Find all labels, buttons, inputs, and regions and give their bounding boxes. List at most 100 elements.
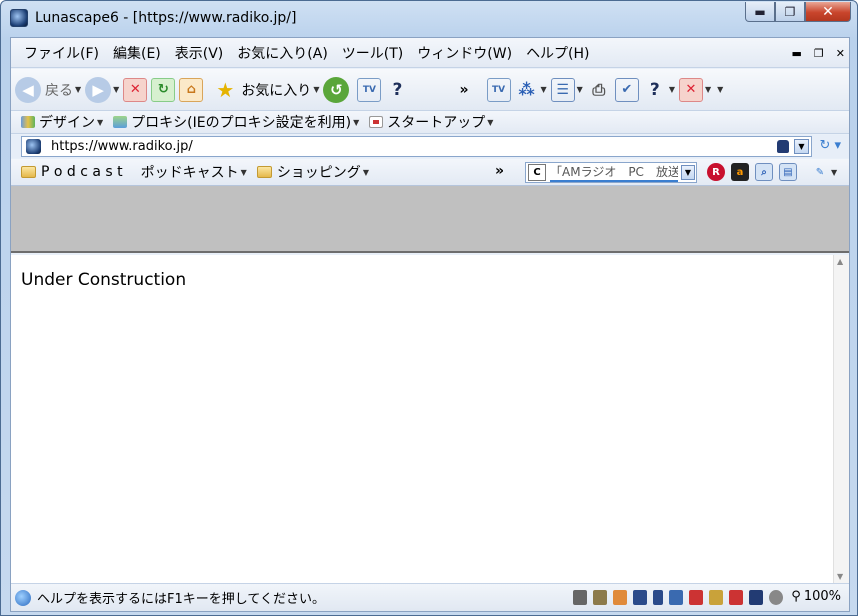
design-dropdown-icon: ▼ [97,117,104,127]
forward-button[interactable]: ▶ ▼ [85,76,119,103]
tv-guide-icon[interactable]: TV [486,77,511,102]
search-page-icon[interactable]: ▤ [779,163,797,181]
amazon-icon[interactable]: a [731,163,749,181]
fav-podcast-en[interactable]: P o d c a s t [21,164,123,180]
volume-icon[interactable] [653,590,663,605]
proxy-menu[interactable]: プロキシ(IEのプロキシ設定を利用) ▼ [113,112,359,132]
mdi-controls: ▬ ❐ ✕ [792,47,846,60]
forward-arrow-icon: ▶ [85,76,112,103]
page-header-band [11,186,849,253]
back-button[interactable]: ◀ 戻る ▼ [15,76,81,103]
mdi-restore-button[interactable]: ❐ [814,47,824,60]
search-engine-icon[interactable]: C [528,164,546,181]
ie-engine-icon[interactable] [15,589,31,606]
network-icon[interactable]: ⁂ [515,78,539,102]
page-content: Under Construction [11,255,833,583]
navigation-toolbar: ◀ 戻る ▼ ▶ ▼ ✕ ↻ ⌂ ★ お気に入り ▼ ↺ TV ? » TV ⁂… [11,69,849,111]
address-bar: https://www.radiko.jp/ ▼ ↻ ▾ [11,135,849,158]
favorites-dropdown-icon[interactable]: ▼ [313,85,319,94]
print-icon[interactable]: ⎙ [587,78,611,102]
highlight-dropdown-icon[interactable]: ▼ [831,168,837,181]
mdi-minimize-button[interactable]: ▬ [792,47,802,60]
under-construction-text: Under Construction [21,270,187,290]
close-button[interactable]: ✕ [805,2,851,22]
scroll-down-icon[interactable]: ▼ [837,572,843,581]
zoom-control[interactable]: ⚲ 100% [791,589,841,604]
close-tab-icon[interactable]: ✕ [678,77,703,102]
refresh-icon[interactable]: ↻ [151,77,176,102]
maximize-button[interactable]: ❐ [775,2,805,22]
window-title: Lunascape6 - [https://www.radiko.jp/] [35,10,297,26]
title-bar: Lunascape6 - [https://www.radiko.jp/] ▬ … [1,1,857,35]
forward-dropdown-icon[interactable]: ▼ [113,85,119,94]
stop-icon[interactable]: ✕ [123,77,148,102]
menu-window[interactable]: ウィンドウ(W) [410,43,519,63]
design-menu[interactable]: デザイン ▼ [21,112,103,132]
menu-bar: ファイル(F) 編集(E) 表示(V) お気に入り(A) ツール(T) ウィンド… [11,38,849,68]
home-icon[interactable]: ⌂ [179,77,204,102]
zoom-magnifier-icon: ⚲ [791,589,801,604]
script-icon[interactable] [669,590,683,605]
status-text: ヘルプを表示するにはF1キーを押してください。 [37,592,325,607]
address-url: https://www.radiko.jp/ [51,139,193,154]
activex-icon[interactable] [709,590,723,605]
help-circle-icon[interactable]: ? [643,78,667,102]
engine-switch-icon[interactable] [593,590,607,605]
menu-favorites[interactable]: お気に入り(A) [230,43,335,63]
tv-icon[interactable]: TV [357,77,382,102]
search-dropdown-icon[interactable]: ▼ [681,165,695,180]
menu-view[interactable]: 表示(V) [168,43,231,63]
security-lock-icon[interactable] [749,590,763,605]
page-list-icon[interactable]: ☰ [550,77,575,102]
memory-icon[interactable] [633,590,647,605]
highlight-icon[interactable]: ✎ [811,163,829,181]
menu-tools[interactable]: ツール(T) [335,43,410,63]
startup-label: スタートアップ [387,115,486,131]
proxy-icon [113,116,128,128]
popup-block-icon[interactable] [613,590,627,605]
address-dropdown-icon[interactable]: ▼ [794,139,809,154]
lunascape-app-icon[interactable] [10,9,28,27]
java-icon[interactable] [689,590,703,605]
search-window-icon[interactable]: ⌕ [755,163,773,181]
search-input[interactable]: 「AMラジオ PC 放送 [550,163,678,182]
toolbar-options-icon[interactable]: ▼ [717,85,723,94]
mail-check-icon[interactable]: ✔ [614,77,639,102]
favorites-overflow-chevron[interactable]: » [495,163,504,179]
view-icon[interactable] [769,590,783,605]
status-bar: ヘルプを表示するにはF1キーを押してください。 ⚲ 100% [11,583,849,611]
image-icon[interactable] [729,590,743,605]
menu-file[interactable]: ファイル(F) [17,43,106,63]
folder-icon [256,166,272,178]
browser-window: Lunascape6 - [https://www.radiko.jp/] ▬ … [0,0,858,616]
scroll-up-icon[interactable]: ▲ [837,257,843,266]
address-input[interactable]: https://www.radiko.jp/ ▼ [21,136,812,157]
back-dropdown-icon[interactable]: ▼ [75,85,81,94]
lock-icon[interactable] [777,140,789,153]
mdi-close-button[interactable]: ✕ [836,47,845,60]
search-box[interactable]: C 「AMラジオ PC 放送 ▼ [525,162,697,183]
startup-menu[interactable]: スタートアップ ▼ [369,112,493,132]
back-label: 戻る [45,82,73,99]
network-dropdown-icon[interactable]: ▼ [541,85,547,94]
vertical-scrollbar[interactable]: ▲ ▼ [833,255,849,583]
address-refresh-icon[interactable]: ↻ ▾ [819,138,841,153]
folder-icon [21,166,36,178]
fav-shopping[interactable]: ショッピング ▼ [256,162,369,182]
design-icon [21,116,35,128]
toolbar-overflow-chevron[interactable]: » [459,82,468,98]
sidebar-toggle-icon[interactable] [573,590,587,605]
site-favicon-icon [26,139,41,154]
fav-podcast-jp[interactable]: ポッドキャスト ▼ [141,162,247,182]
favorites-button[interactable]: ★ お気に入り ▼ [213,78,319,102]
rakuten-icon[interactable]: R [707,163,725,181]
history-icon[interactable]: ↺ [323,76,350,103]
help-dropdown-icon[interactable]: ▼ [669,85,675,94]
close-tab-dropdown-icon[interactable]: ▼ [705,85,711,94]
page-dropdown-icon[interactable]: ▼ [577,85,583,94]
menu-help[interactable]: ヘルプ(H) [519,43,596,63]
menu-edit[interactable]: 編集(E) [106,43,168,63]
startup-icon [369,116,384,128]
help-icon[interactable]: ? [385,78,409,102]
minimize-button[interactable]: ▬ [745,2,775,22]
